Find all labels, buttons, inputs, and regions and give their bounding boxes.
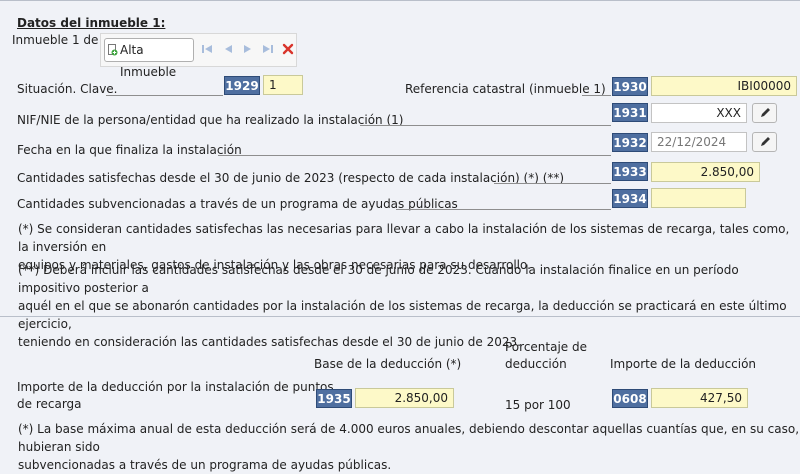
importe-field[interactable]: 427,50 <box>651 388 748 408</box>
last-icon[interactable] <box>261 42 275 56</box>
previous-icon[interactable] <box>221 42 235 56</box>
referencia-code: 1930 <box>612 77 648 96</box>
note-2: (**) Deberá incluir las cantidades satis… <box>18 261 800 351</box>
base-field[interactable]: 2.850,00 <box>355 388 454 408</box>
referencia-field[interactable]: IBI00000 <box>651 76 797 96</box>
deduction-footnote: (*) La base máxima anual de esta deducci… <box>18 420 800 474</box>
base-column-header: Base de la deducción (*) <box>314 357 462 371</box>
add-icon <box>108 44 118 56</box>
next-icon[interactable] <box>241 42 255 56</box>
situacion-field[interactable]: 1 <box>263 75 303 95</box>
deduction-footnote-line-2: subvencionadas a través de un programa d… <box>18 458 392 472</box>
fecha-leader-line <box>218 155 611 156</box>
cantidades-field[interactable]: 2.850,00 <box>651 162 760 182</box>
note-2-line-1: (**) Deberá incluir las cantidades satis… <box>18 263 739 295</box>
pencil-icon <box>761 137 770 146</box>
top-divider <box>0 0 800 1</box>
inmueble-counter: Inmueble 1 de 1 <box>12 33 110 47</box>
inmueble-toolbar: Alta Inmueble <box>100 33 297 79</box>
pencil-icon <box>761 108 770 117</box>
situacion-leader-line <box>106 95 223 96</box>
pct-column-header-line-2: deducción <box>505 357 567 371</box>
fecha-field[interactable]: 22/12/2024 <box>651 132 747 152</box>
pct-column-header-line-1: Porcentaje de <box>505 340 587 354</box>
situacion-label: Situación. Clave. <box>17 82 118 96</box>
situacion-code: 1929 <box>224 76 260 95</box>
pct-value: 15 por 100 <box>505 398 571 412</box>
deduction-row-label-line-1: Importe de la deducción por la instalaci… <box>17 380 334 394</box>
deduction-row-label-line-2: de recarga <box>17 397 82 411</box>
referencia-leader-line <box>582 95 611 96</box>
cantidades-label: Cantidades satisfechas desde el 30 de ju… <box>17 171 565 185</box>
delete-icon[interactable] <box>281 42 295 56</box>
nif-label: NIF/NIE de la persona/entidad que ha rea… <box>17 113 404 127</box>
cantidades-code: 1933 <box>612 162 648 181</box>
subvencionadas-label: Cantidades subvencionadas a través de un… <box>17 197 458 211</box>
edit-nif-button[interactable] <box>752 103 777 123</box>
subvencionadas-field[interactable] <box>651 188 746 208</box>
importe-code: 0608 <box>612 389 648 408</box>
edit-fecha-button[interactable] <box>752 132 777 152</box>
subvencionadas-leader-line <box>396 209 611 210</box>
alta-inmueble-label: Alta Inmueble <box>120 43 177 79</box>
deduction-footnote-line-1: (*) La base máxima anual de esta deducci… <box>18 422 800 454</box>
note-2-line-3: teniendo en consideración las cantidades… <box>18 335 521 349</box>
section-title: Datos del inmueble 1: <box>17 16 166 30</box>
nif-code: 1931 <box>612 103 648 122</box>
fecha-code: 1932 <box>612 133 648 152</box>
note-1-line-1: (*) Se consideran cantidades satisfechas… <box>18 222 790 254</box>
section-divider <box>0 316 800 317</box>
cantidades-leader-line <box>494 183 611 184</box>
note-2-line-2: aquél en el que se abonarón cantidades p… <box>18 299 787 331</box>
fecha-label: Fecha en la que finaliza la instalación <box>17 143 242 157</box>
base-code: 1935 <box>316 389 352 408</box>
subvencionadas-code: 1934 <box>612 189 648 208</box>
nif-field[interactable]: XXX <box>651 103 747 123</box>
referencia-label: Referencia catastral (inmueble 1) <box>405 82 606 96</box>
importe-column-header: Importe de la deducción <box>610 357 757 371</box>
nif-leader-line <box>360 125 611 126</box>
alta-inmueble-button[interactable]: Alta Inmueble <box>104 38 194 79</box>
first-icon[interactable] <box>200 42 214 56</box>
